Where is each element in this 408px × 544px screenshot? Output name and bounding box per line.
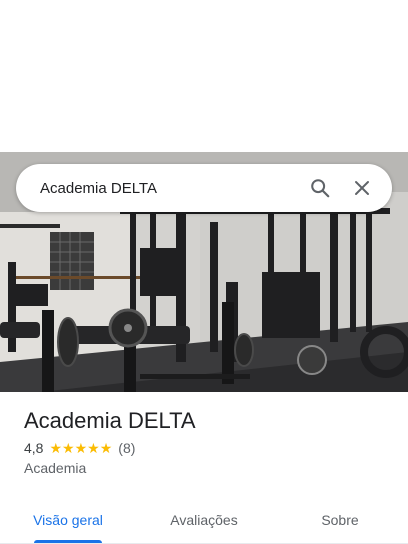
search-bar[interactable]: Academia DELTA — [16, 164, 392, 212]
tab-label: Sobre — [321, 511, 359, 528]
star-icon: ★ — [87, 440, 100, 456]
star-icon: ★ — [99, 440, 113, 456]
place-tabs: Visão geral Avaliações Sobre — [0, 496, 408, 544]
rating-value: 4,8 — [24, 440, 44, 456]
star-icon: ★ — [49, 440, 63, 456]
tab-overview[interactable]: Visão geral — [0, 496, 136, 543]
review-count[interactable]: (8) — [118, 440, 135, 456]
star-icon: ★ — [62, 440, 75, 456]
map-area-blank — [0, 0, 408, 152]
place-title: Academia DELTA — [24, 408, 196, 433]
tab-label: Visão geral — [33, 511, 103, 528]
search-icon[interactable] — [302, 170, 338, 206]
close-icon[interactable] — [344, 170, 380, 206]
active-tab-indicator — [34, 540, 102, 543]
star-rating: ★ ★ ★ ★ ★ — [49, 440, 112, 456]
place-info: Academia DELTA 4,8 ★ ★ ★ ★ ★ (8) Academi… — [24, 406, 392, 476]
tab-label: Avaliações — [170, 511, 238, 528]
star-icon: ★ — [74, 440, 88, 456]
tab-reviews[interactable]: Avaliações — [136, 496, 272, 543]
rating-row[interactable]: 4,8 ★ ★ ★ ★ ★ (8) — [24, 440, 392, 456]
place-category: Academia — [24, 460, 87, 476]
tab-about[interactable]: Sobre — [272, 496, 408, 543]
search-input[interactable]: Academia DELTA — [40, 180, 296, 197]
